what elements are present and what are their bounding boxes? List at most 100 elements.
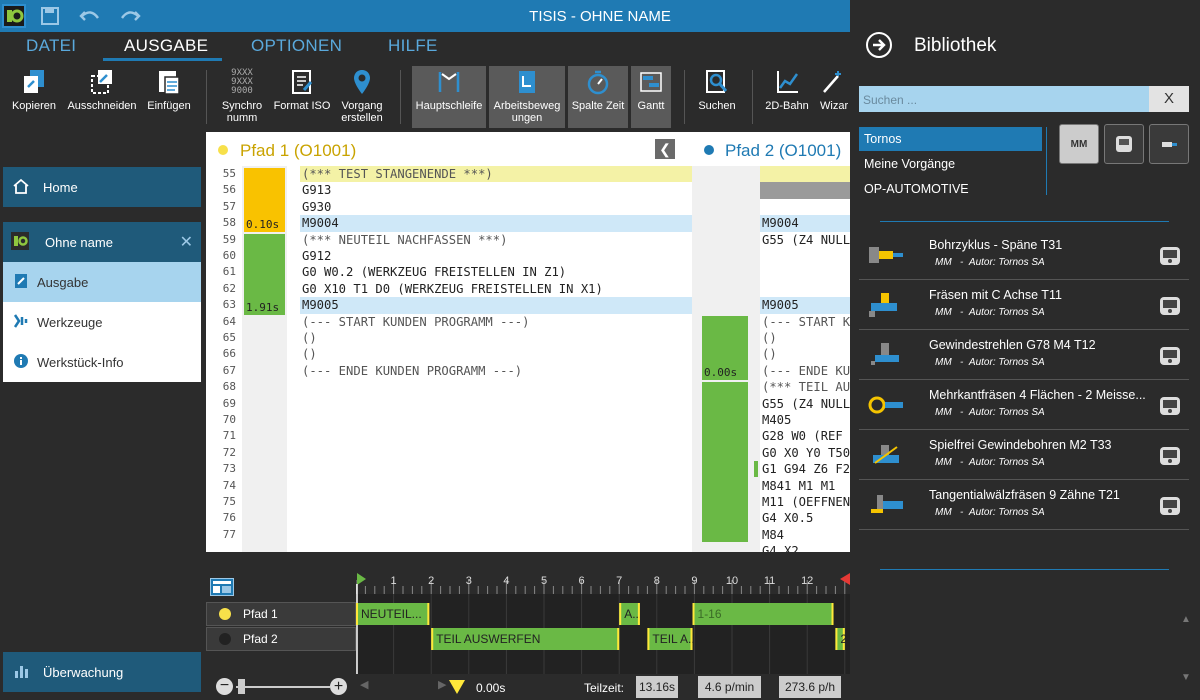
- code-line[interactable]: M84: [760, 527, 850, 543]
- scroll-down-icon[interactable]: ▼: [1181, 672, 1191, 683]
- code-line[interactable]: G930: [300, 199, 692, 215]
- wizard-button[interactable]: Wizar: [816, 66, 850, 128]
- scroll-left-icon[interactable]: ◀: [360, 678, 368, 691]
- nav-werkstueck-info[interactable]: Werkstück-Info: [3, 342, 201, 382]
- code-line[interactable]: G4 X0.5: [760, 510, 850, 526]
- library-item[interactable]: Fräsen mit C Achse T11 MM - Autor: Tornos…: [859, 281, 1189, 330]
- code-line[interactable]: G28 W0 (REF: [760, 428, 850, 444]
- code-line[interactable]: [760, 199, 850, 215]
- code-line[interactable]: (*** TEST STANGENENDE ***): [300, 166, 692, 183]
- nav-werkzeuge[interactable]: Werkzeuge: [3, 302, 201, 342]
- nav-home[interactable]: Home: [3, 167, 201, 207]
- code-line[interactable]: G55 (Z4 NULL: [760, 396, 850, 412]
- gantt-chart[interactable]: 1 2 3 4 5 6 7 8 9 10 11 12 NEUTEIL... A... 1-16 TEIL AU…: [356, 570, 850, 676]
- zoom-slider-thumb[interactable]: [238, 679, 245, 694]
- arbeitsbewegungen-toggle[interactable]: Arbeitsbeweg ungen: [489, 66, 565, 128]
- code-line[interactable]: [300, 379, 692, 395]
- code-line[interactable]: G0 W0.2 (WERKZEUG FREISTELLEN IN Z1): [300, 264, 692, 280]
- vorgang-erstellen-button[interactable]: Vorgang erstellen: [334, 66, 390, 128]
- library-search-clear-button[interactable]: X: [1149, 86, 1189, 112]
- code-line[interactable]: [300, 510, 692, 526]
- scroll-up-icon[interactable]: ▲: [1181, 614, 1191, 625]
- suchen-button[interactable]: Suchen: [694, 66, 740, 128]
- code-line[interactable]: [300, 478, 692, 494]
- nav-ausgabe[interactable]: Ausgabe: [3, 262, 201, 302]
- code-line[interactable]: [300, 428, 692, 444]
- gantt-toggle[interactable]: Gantt: [631, 66, 671, 128]
- code-line[interactable]: G55 (Z4 NULL: [760, 232, 850, 248]
- code-line[interactable]: (*** TEIL AU: [760, 379, 850, 395]
- tab-optionen[interactable]: OPTIONEN: [251, 36, 342, 56]
- hauptschleife-toggle[interactable]: Hauptschleife: [412, 66, 486, 128]
- code-line[interactable]: M9005: [300, 297, 692, 314]
- code-line[interactable]: (--- ENDE KUNDEN PROGRAMM ---): [300, 363, 692, 379]
- code-line[interactable]: G4 X2: [760, 543, 850, 552]
- zoom-out-icon[interactable]: −: [216, 678, 233, 695]
- redo-icon[interactable]: [118, 4, 142, 28]
- collapse-left-icon[interactable]: ❮: [655, 139, 675, 159]
- code-line[interactable]: [300, 445, 692, 461]
- tab-hilfe[interactable]: HILFE: [388, 36, 438, 56]
- library-item[interactable]: Bohrzyklus - Späne T31 MM - Autor: Tornos…: [859, 231, 1189, 280]
- code-line[interactable]: (): [300, 330, 692, 346]
- code-line[interactable]: [300, 494, 692, 510]
- code-line[interactable]: G1 G94 Z6 F2: [760, 461, 850, 477]
- code-line[interactable]: (--- START KUNDEN PROGRAMM ---): [300, 314, 692, 330]
- filter-tool-icon[interactable]: [1149, 124, 1189, 164]
- gantt-layout-icon[interactable]: [210, 578, 234, 596]
- library-item[interactable]: Gewindestrehlen G78 M4 T12 MM - Autor: To…: [859, 331, 1189, 380]
- library-category-meine-vorgaenge[interactable]: Meine Vorgänge: [859, 152, 1042, 176]
- tab-ausgabe[interactable]: AUSGABE: [124, 36, 208, 56]
- code-line[interactable]: [300, 527, 692, 543]
- code-line[interactable]: M11 (OEFFNEN: [760, 494, 850, 510]
- library-search-input[interactable]: Suchen ...: [859, 86, 1149, 112]
- code-line[interactable]: [760, 248, 850, 264]
- filter-machine-icon[interactable]: [1104, 124, 1144, 164]
- nav-document[interactable]: Ohne name ✕: [3, 222, 201, 262]
- code-line[interactable]: M841 M1 M1: [760, 478, 850, 494]
- library-category-op-automotive[interactable]: OP-AUTOMOTIVE: [859, 177, 1042, 201]
- path1-code-editor[interactable]: 0.10s 1.91s 55 (*** TEST STANGENENDE ***)…: [206, 166, 692, 552]
- ausschneiden-button[interactable]: Ausschneiden: [66, 66, 138, 128]
- code-line[interactable]: M9004: [760, 215, 850, 232]
- library-item[interactable]: Tangentialwälzfräsen 9 Zähne T21 MM - Aut…: [859, 481, 1189, 530]
- code-line[interactable]: M405: [760, 412, 850, 428]
- library-category-tornos[interactable]: Tornos: [859, 127, 1042, 151]
- arrow-right-circle-icon[interactable]: [865, 31, 893, 59]
- code-line[interactable]: [760, 166, 850, 183]
- undo-icon[interactable]: [78, 4, 102, 28]
- code-line[interactable]: (): [760, 346, 850, 362]
- spalte-zeit-toggle[interactable]: Spalte Zeit: [568, 66, 628, 128]
- code-line[interactable]: [300, 461, 692, 477]
- code-line[interactable]: [760, 281, 850, 297]
- filter-mm-button[interactable]: MM: [1059, 124, 1099, 164]
- code-line[interactable]: (): [760, 330, 850, 346]
- zoom-slider-track[interactable]: [236, 686, 330, 688]
- code-line[interactable]: G0 X10 T1 D0 (WERKZEUG FREISTELLEN IN X1…: [300, 281, 692, 297]
- code-line[interactable]: [760, 182, 850, 199]
- code-line[interactable]: [300, 412, 692, 428]
- kopieren-button[interactable]: Kopieren: [8, 66, 60, 128]
- app-logo-icon[interactable]: [2, 4, 26, 28]
- code-line[interactable]: G912: [300, 248, 692, 264]
- tab-datei[interactable]: DATEI: [26, 36, 76, 56]
- code-line[interactable]: (--- ENDE KU: [760, 363, 850, 379]
- code-line[interactable]: (--- START K: [760, 314, 850, 330]
- synchro-numm-button[interactable]: 9XXX 9XXX 9000 Synchro numm: [214, 66, 270, 128]
- path2-code-editor[interactable]: 0.00s M9004 G55 (Z4 NULL M9005 (--- START K…: [692, 166, 850, 552]
- code-line[interactable]: (): [300, 346, 692, 362]
- code-line[interactable]: G913: [300, 182, 692, 198]
- code-line[interactable]: [300, 396, 692, 412]
- code-line[interactable]: G0 X0 Y0 T50: [760, 445, 850, 461]
- bahn-2d-button[interactable]: 2D-Bahn: [760, 66, 814, 128]
- nav-ueberwachung[interactable]: Überwachung: [3, 652, 201, 692]
- zoom-in-icon[interactable]: +: [330, 678, 347, 695]
- einfuegen-button[interactable]: Einfügen: [144, 66, 194, 128]
- library-item[interactable]: Spielfrei Gewindebohren M2 T33 MM - Autor…: [859, 431, 1189, 480]
- code-line[interactable]: M9004: [300, 215, 692, 232]
- code-line[interactable]: [760, 264, 850, 280]
- library-item[interactable]: Mehrkantfräsen 4 Flächen - 2 Meisse... MM…: [859, 381, 1189, 430]
- code-line[interactable]: M9005: [760, 297, 850, 314]
- code-line[interactable]: (*** NEUTEIL NACHFASSEN ***): [300, 232, 692, 248]
- save-icon[interactable]: [38, 4, 62, 28]
